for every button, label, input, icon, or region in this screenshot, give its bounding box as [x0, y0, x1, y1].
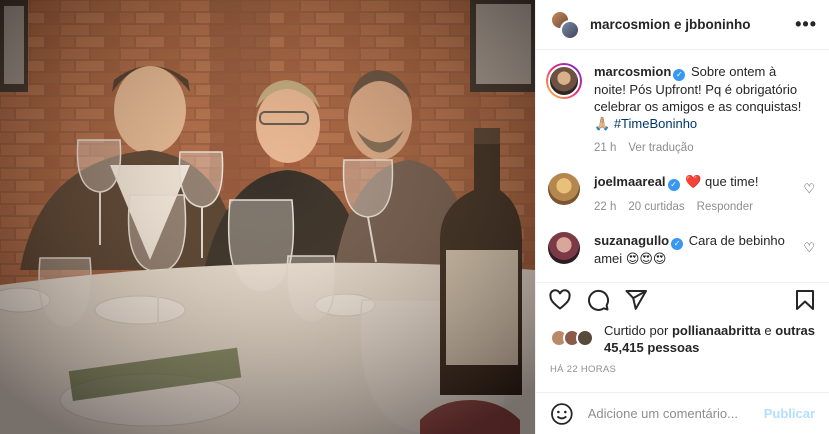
collab-usernames[interactable]: marcosmion e jbboninho [590, 17, 795, 32]
photo-illustration [0, 0, 535, 434]
heart-icon[interactable] [548, 288, 572, 312]
hashtag-link[interactable]: #TimeBoninho [614, 116, 697, 131]
liker-username[interactable]: pollianaabritta [672, 323, 761, 338]
post-header: marcosmion e jbboninho ••• [536, 0, 829, 50]
avatar[interactable] [548, 173, 580, 205]
verified-badge-icon: ✓ [673, 69, 686, 81]
red-heart-emoji: ❤️ [685, 174, 702, 189]
comment-like-heart-icon[interactable]: ♡ [803, 240, 815, 256]
comment-item: joelmaareal ✓ ❤️ que time! 22 h 20 curtid… [548, 173, 815, 216]
add-comment-bar: Publicar [536, 392, 829, 434]
post-side-panel: marcosmion e jbboninho ••• marcosmion ✓ S… [535, 0, 829, 434]
avatar [560, 19, 580, 40]
send-icon[interactable] [624, 288, 648, 312]
comment-likes[interactable]: 20 curtidas [628, 199, 684, 216]
verified-badge-icon: ✓ [667, 179, 680, 191]
likes-conjunction: e [764, 323, 772, 338]
caption: marcosmion ✓ Sobre ontem à noite! Pós Upf… [546, 63, 815, 157]
avatar [576, 329, 594, 347]
action-bar [536, 282, 829, 316]
reply-button[interactable]: Responder [697, 199, 753, 216]
comment-icon[interactable] [586, 288, 610, 312]
avatar[interactable] [548, 232, 580, 264]
instagram-post-modal: marcosmion e jbboninho ••• marcosmion ✓ S… [0, 0, 829, 434]
comment-text: que time! [704, 174, 759, 189]
post-photo[interactable] [0, 0, 535, 434]
post-timestamp[interactable]: HÁ 22 HORAS [550, 364, 616, 375]
likes-summary: Curtido por pollianaabritta e outras 45,… [550, 322, 815, 356]
comment-input[interactable] [587, 406, 764, 421]
likes-prefix: Curtido por [604, 323, 669, 338]
comment-username[interactable]: suzanagullo [594, 233, 669, 248]
publish-button[interactable]: Publicar [764, 406, 815, 421]
emoji-icon[interactable] [550, 402, 574, 426]
liker-avatars[interactable] [550, 329, 596, 349]
comment-like-heart-icon[interactable]: ♡ [803, 181, 815, 197]
bookmark-icon[interactable] [793, 288, 817, 312]
caption-username[interactable]: marcosmion [594, 64, 671, 79]
comment-emojis: 😍😍😍 [625, 251, 667, 266]
comment-age: 22 h [594, 201, 617, 213]
translate-link[interactable]: Ver tradução [628, 140, 693, 157]
caption-age: 21 h [594, 142, 617, 154]
collab-avatars[interactable] [550, 9, 580, 40]
comment-username[interactable]: joelmaareal [594, 174, 666, 189]
more-options-icon[interactable]: ••• [795, 14, 817, 35]
comment-item: suzanagullo ✓ Cara de bebinho amei 😍😍😍 ♡ [548, 232, 815, 267]
avatar[interactable] [546, 63, 582, 99]
verified-badge-icon: ✓ [671, 238, 684, 250]
comments-list: marcosmion ✓ Sobre ontem à noite! Pós Upf… [536, 51, 829, 281]
